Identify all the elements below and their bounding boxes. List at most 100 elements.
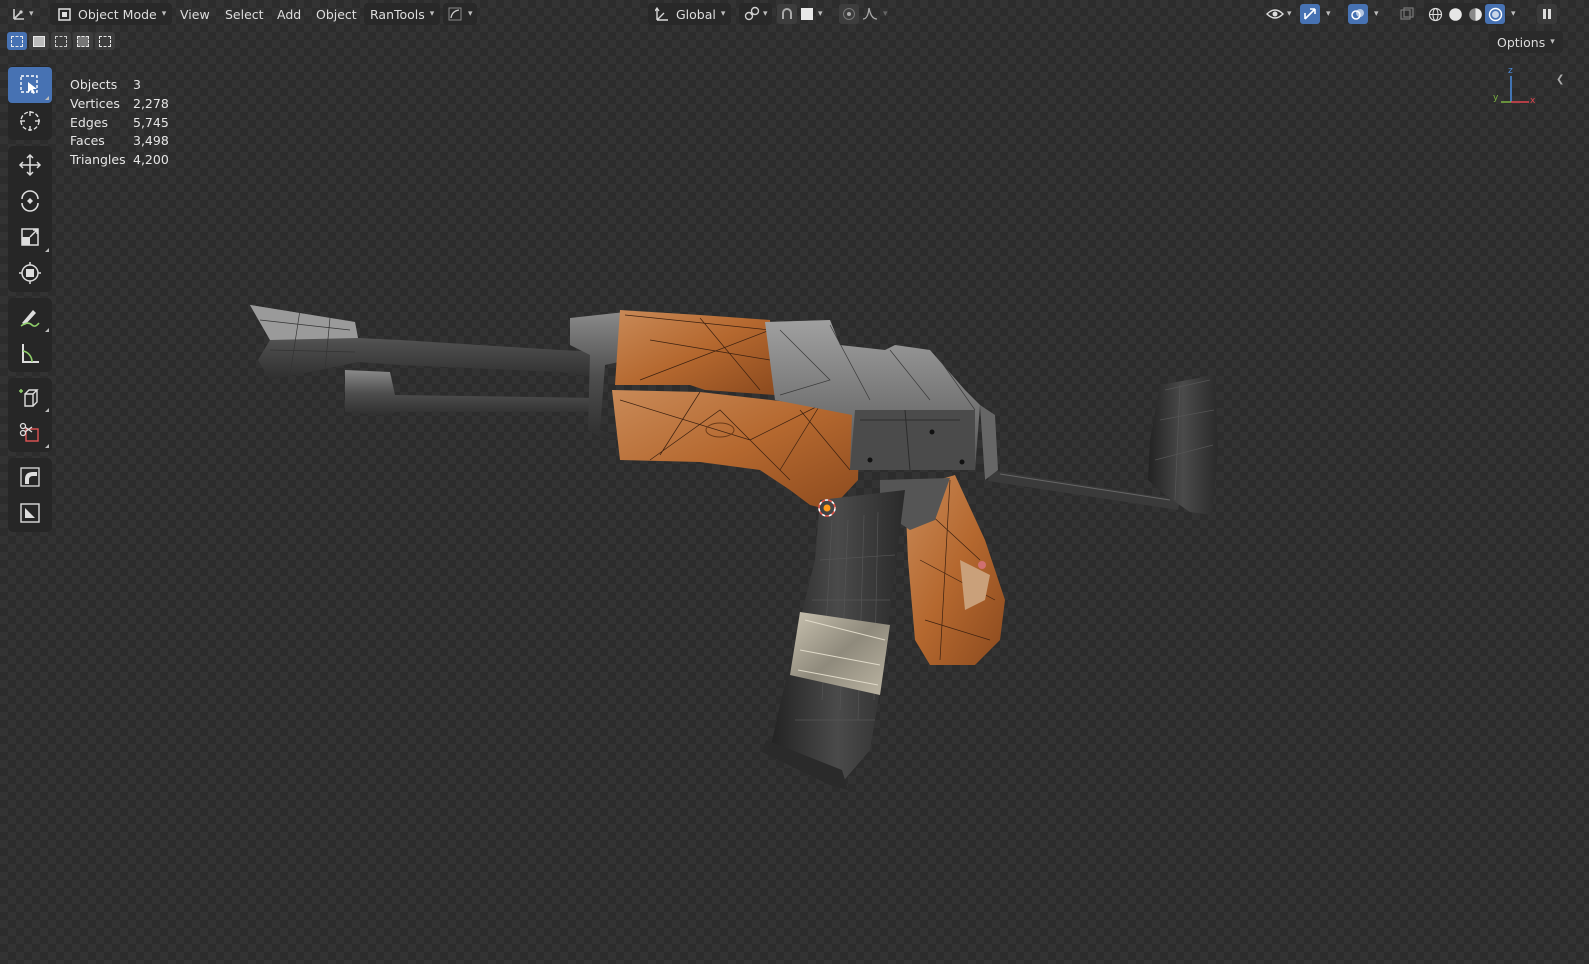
stat-row-faces: Faces 3,498 <box>70 132 169 151</box>
shear-tool[interactable] <box>8 495 52 531</box>
cursor-tool[interactable] <box>8 103 52 139</box>
bend-tool[interactable] <box>8 459 52 495</box>
rantools-extra-dropdown[interactable]: ▾ <box>443 3 477 25</box>
gizmo-x-label: x <box>1530 96 1536 106</box>
stat-label: Vertices <box>70 95 120 111</box>
snap-target-selector[interactable]: ▾ <box>797 3 827 25</box>
stat-value: 2,278 <box>133 95 169 111</box>
wireframe-shading-icon[interactable] <box>1425 4 1445 24</box>
mode-selector[interactable]: Object Mode ▾ <box>50 3 173 25</box>
select-new-button[interactable] <box>7 32 27 50</box>
stat-label: Objects <box>70 77 118 92</box>
annotate-icon <box>20 310 40 327</box>
select-box-icon <box>20 75 38 94</box>
menu-add[interactable]: Add <box>271 3 307 25</box>
gizmo-dropdown[interactable]: ▾ <box>1326 9 1331 19</box>
scene-statistics: Objects 3 Vertices 2,278 Edges 5,745 Faces 3… <box>70 76 169 170</box>
tool-group-select <box>8 66 52 140</box>
chevron-down-icon: ▾ <box>429 9 435 19</box>
mode-label: Object Mode <box>78 6 157 22</box>
pivot-icon <box>743 4 761 24</box>
rotate-tool[interactable] <box>8 183 52 219</box>
scale-icon <box>21 228 39 246</box>
selection-mode-buttons <box>7 32 115 50</box>
tool-group-add <box>8 378 52 452</box>
falloff-curve-icon <box>862 6 878 23</box>
overlays-dropdown[interactable]: ▾ <box>1374 9 1379 19</box>
stat-label: Triangles <box>70 152 126 168</box>
shading-options-dropdown[interactable]: ▾ <box>1511 9 1516 19</box>
rotate-icon <box>21 190 39 212</box>
visibility-eye-icon <box>1265 4 1285 24</box>
select-intersect-button[interactable] <box>95 32 115 50</box>
tool-group-deform <box>8 458 52 532</box>
move-icon <box>18 153 42 177</box>
editor-type-selector[interactable]: ▾ <box>9 3 34 25</box>
select-extend-button[interactable] <box>29 32 49 50</box>
options-label: Options <box>1497 34 1546 50</box>
snap-toggle-icon[interactable] <box>777 4 797 24</box>
gizmo-z-label: z <box>1508 66 1513 76</box>
tool-group-transform <box>8 146 52 292</box>
stat-row-objects: Objects 3 <box>70 76 169 95</box>
tool-group-annotate <box>8 298 52 372</box>
stat-row-triangles: Triangles 4,200 <box>70 151 169 170</box>
chevron-down-icon: ▾ <box>720 9 726 19</box>
pause-render-icon[interactable] <box>1537 4 1557 24</box>
snap-square-icon <box>801 8 813 20</box>
pivot-point-selector[interactable]: ▾ <box>739 3 772 25</box>
curve-icon <box>447 4 463 24</box>
axis-gizmo-icon <box>9 4 29 24</box>
sidebar-toggle-icon[interactable]: ❮ <box>1556 74 1564 85</box>
rendered-shading-icon[interactable] <box>1485 4 1505 24</box>
chevron-down-icon: ▾ <box>468 9 473 19</box>
material-shading-icon[interactable] <box>1465 4 1485 24</box>
stat-value: 3,498 <box>133 133 169 149</box>
select-box-tool[interactable] <box>8 67 52 103</box>
bend-icon <box>20 467 40 487</box>
navigation-gizmo[interactable]: z x y <box>1489 66 1539 108</box>
tool-shelf <box>8 66 52 538</box>
stat-value: 3 <box>133 77 141 92</box>
gizmo-y-label: y <box>1493 93 1499 103</box>
visibility-selector[interactable]: ▾ <box>1262 3 1295 25</box>
object-origin-icon <box>818 499 836 517</box>
orientation-label: Global <box>676 6 716 22</box>
stat-row-vertices: Vertices 2,278 <box>70 95 169 114</box>
stat-value: 4,200 <box>133 152 169 168</box>
rifle-model[interactable] <box>230 290 1230 800</box>
add-cube-icon <box>19 389 39 407</box>
chevron-down-icon: ▾ <box>1550 37 1555 47</box>
chevron-down-icon: ▾ <box>763 9 768 19</box>
xray-icon[interactable] <box>1397 4 1417 24</box>
menu-rantools[interactable]: RanTools ▾ <box>364 3 441 25</box>
chevron-down-icon: ▾ <box>883 9 888 19</box>
stat-label: Edges <box>70 114 108 130</box>
chevron-down-icon: ▾ <box>161 9 167 19</box>
scale-tool[interactable] <box>8 219 52 255</box>
transform-tool[interactable] <box>8 255 52 291</box>
cursor-icon <box>20 111 40 131</box>
select-invert-button[interactable] <box>73 32 93 50</box>
proportional-falloff-selector[interactable]: ▾ <box>859 3 891 25</box>
object-mode-icon <box>56 4 72 24</box>
menu-view[interactable]: View <box>174 3 216 25</box>
transform-orientation-selector[interactable]: Global ▾ <box>648 3 732 25</box>
viewport-header: ▾ Object Mode ▾ View Select Add Object R… <box>0 0 1589 28</box>
measure-tool[interactable] <box>8 335 52 371</box>
chevron-down-icon: ▾ <box>818 9 823 19</box>
proportional-editing-icon[interactable] <box>839 4 859 24</box>
chevron-down-icon: ▾ <box>1287 9 1292 19</box>
annotate-tool[interactable] <box>8 299 52 335</box>
gizmo-icon[interactable] <box>1300 4 1320 24</box>
options-dropdown[interactable]: Options ▾ <box>1489 31 1563 53</box>
add-cube-tool[interactable] <box>8 379 52 415</box>
move-tool[interactable] <box>8 147 52 183</box>
measure-icon <box>22 344 39 363</box>
overlays-icon[interactable] <box>1348 4 1368 24</box>
menu-object[interactable]: Object <box>310 3 363 25</box>
select-subtract-button[interactable] <box>51 32 71 50</box>
scissors-tool[interactable] <box>8 415 52 451</box>
solid-shading-icon[interactable] <box>1445 4 1465 24</box>
menu-select[interactable]: Select <box>219 3 270 25</box>
